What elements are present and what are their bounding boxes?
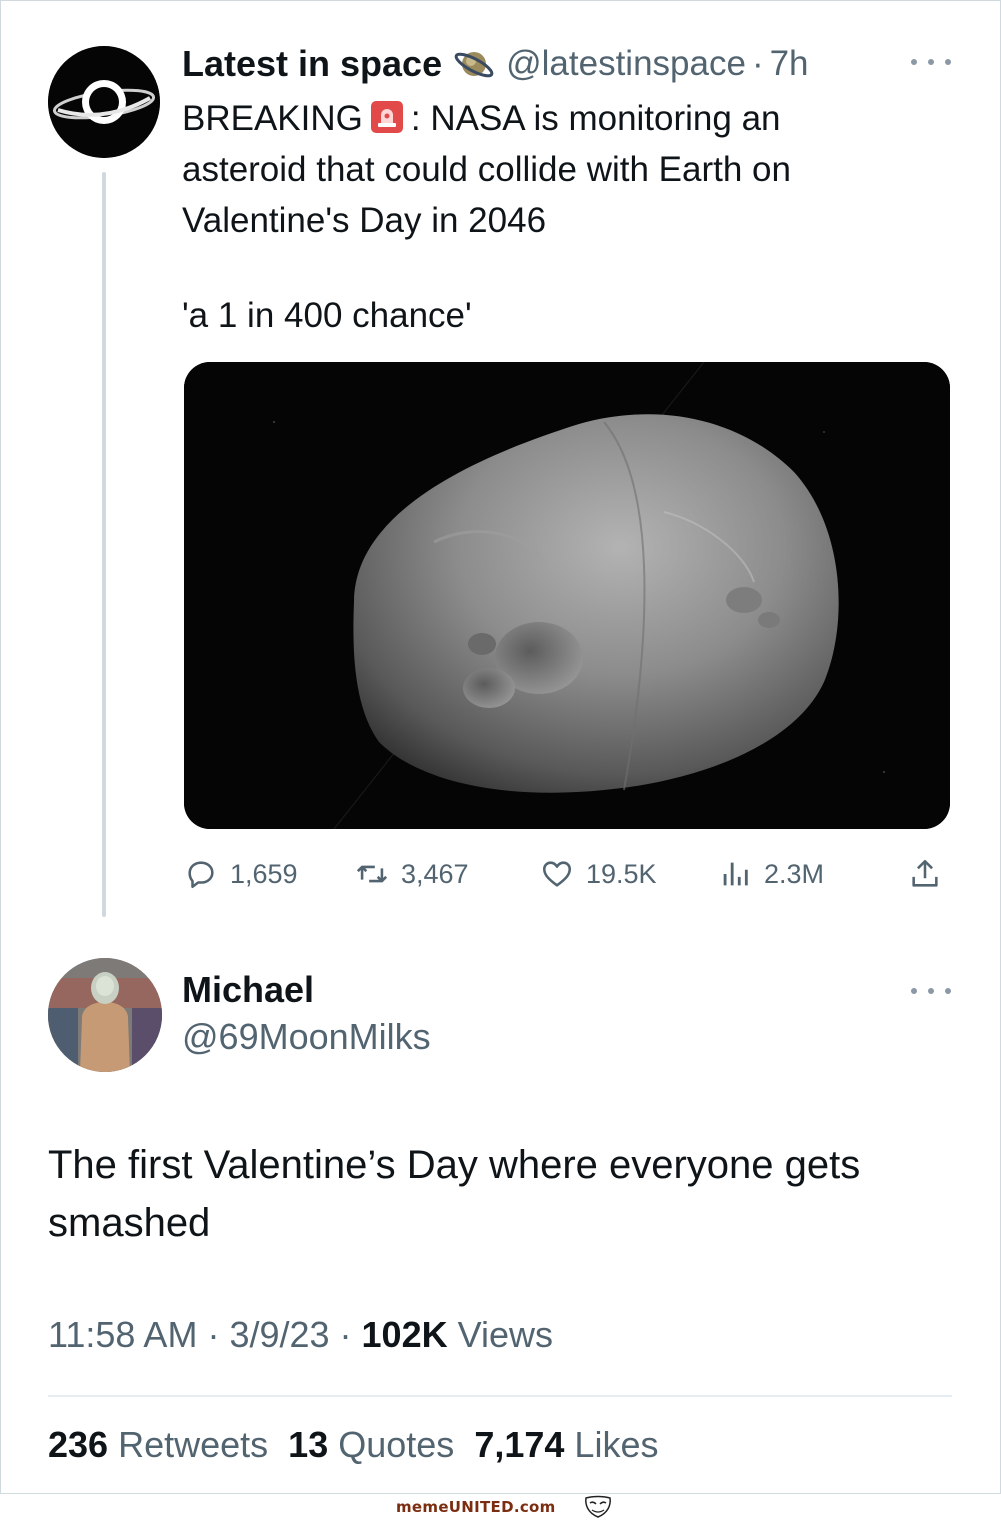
latestinspace-avatar[interactable] [48, 46, 160, 158]
likes-stat[interactable]: 7,174 Likes [474, 1424, 658, 1465]
quotes-count: 13 [288, 1424, 329, 1465]
retweets-label: Retweets [118, 1424, 269, 1465]
thread-line [102, 172, 106, 917]
header-separator: · [751, 44, 764, 83]
retweets-count: 236 [48, 1424, 109, 1465]
reply-stats: 236 Retweets 13 Quotes 7,174 Likes [48, 1424, 658, 1466]
tweet-text-rest: : NASA is monitoring an [410, 99, 781, 138]
author-name[interactable]: Latest in space [182, 43, 442, 85]
siren-icon [370, 101, 403, 133]
reply-author-name[interactable]: Michael [182, 969, 314, 1011]
mask-logo-icon [585, 1495, 611, 1518]
tweet-actions: 1,659 3,467 19.5K 2.3M [184, 852, 950, 896]
tweet-text: BREAKING : NASA is monitoring an asteroid… [182, 93, 962, 246]
asteroid-image[interactable] [184, 362, 950, 829]
original-tweet[interactable]: Latest in space @latestinspace · 7h BREA… [0, 0, 1001, 950]
retweet-button[interactable]: 3,467 [355, 852, 469, 896]
tweet-quote-line: 'a 1 in 400 chance' [182, 296, 472, 335]
reply-meta: 11:58 AM · 3/9/23 · 102K Views [48, 1314, 553, 1355]
like-count: 19.5K [586, 858, 657, 889]
likes-label: Likes [574, 1424, 659, 1465]
reply-icon [188, 861, 214, 889]
like-icon [542, 861, 572, 887]
retweets-stat[interactable]: 236 Retweets [48, 1424, 268, 1465]
reply-button[interactable]: 1,659 [184, 852, 298, 896]
views-count: 2.3M [764, 858, 825, 889]
breaking-label: BREAKING [182, 99, 363, 138]
share-button[interactable] [908, 852, 954, 896]
asteroid-illustration [184, 362, 950, 829]
avatar-photo [48, 958, 162, 1072]
verified-planet-icon [454, 52, 494, 78]
reply-author-handle[interactable]: @69MoonMilks [182, 1016, 431, 1058]
reply-time[interactable]: 11:58 AM [48, 1314, 197, 1355]
reply-views-count: 102K [361, 1314, 448, 1355]
more-icon[interactable] [911, 981, 951, 1001]
author-handle[interactable]: @latestinspace [506, 44, 746, 84]
reply-views-label: Views [457, 1314, 553, 1355]
watermark-text: memeUNITED.com [396, 1498, 556, 1516]
quotes-stat[interactable]: 13 Quotes [288, 1424, 454, 1465]
planet-logo-icon [48, 46, 160, 158]
views-icon [723, 862, 748, 886]
tweet-time[interactable]: 7h [770, 44, 809, 84]
divider [48, 1395, 952, 1397]
quotes-label: Quotes [338, 1424, 455, 1465]
views-button[interactable]: 2.3M [718, 852, 824, 896]
reply-text-line: The first Valentine’s Day where everyone… [48, 1143, 861, 1187]
tweet-header: Latest in space @latestinspace · 7h [182, 40, 809, 88]
more-icon[interactable] [911, 52, 951, 72]
retweet-icon [356, 865, 388, 883]
tweet-text-line: asteroid that could collide with Earth o… [182, 150, 791, 189]
retweet-count: 3,467 [401, 858, 469, 889]
reply-date[interactable]: 3/9/23 [229, 1314, 329, 1355]
michael-avatar[interactable] [48, 958, 162, 1072]
likes-count: 7,174 [474, 1424, 565, 1465]
reply-text: The first Valentine’s Day where everyone… [48, 1136, 968, 1252]
tweet-text-line: Valentine's Day in 2046 [182, 201, 547, 240]
reply-text-line: smashed [48, 1201, 211, 1245]
share-icon [912, 859, 938, 887]
reply-count: 1,659 [230, 858, 298, 889]
like-button[interactable]: 19.5K [540, 852, 657, 896]
tweet-text-line: BREAKING : NASA is monitoring an [182, 93, 962, 144]
